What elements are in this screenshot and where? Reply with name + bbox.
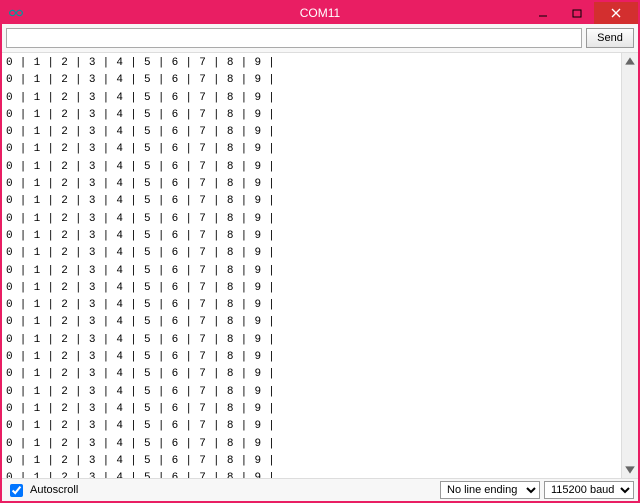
close-button[interactable] bbox=[594, 2, 638, 24]
maximize-button[interactable] bbox=[560, 2, 594, 24]
close-icon bbox=[611, 8, 621, 18]
line-ending-select[interactable]: No line endingNewlineCarriage returnBoth… bbox=[440, 481, 540, 499]
autoscroll-checkbox[interactable] bbox=[10, 484, 23, 497]
scroll-down-icon[interactable] bbox=[624, 464, 636, 476]
serial-output[interactable]: 0 | 1 | 2 | 3 | 4 | 5 | 6 | 7 | 8 | 9 | … bbox=[2, 53, 621, 478]
minimize-icon bbox=[538, 8, 548, 18]
content-area: 0 | 1 | 2 | 3 | 4 | 5 | 6 | 7 | 8 | 9 | … bbox=[2, 53, 638, 478]
minimize-button[interactable] bbox=[526, 2, 560, 24]
autoscroll-label: Autoscroll bbox=[30, 484, 78, 496]
input-toolbar: Send bbox=[2, 24, 638, 53]
window-controls bbox=[526, 2, 638, 24]
vertical-scrollbar[interactable] bbox=[621, 53, 638, 478]
serial-monitor-window: COM11 Send 0 | 1 | 2 | 3 | 4 | 5 | 6 | 7… bbox=[0, 0, 640, 503]
maximize-icon bbox=[572, 8, 582, 18]
baud-rate-select[interactable]: 9600 baud19200 baud38400 baud57600 baud1… bbox=[544, 481, 634, 499]
send-button[interactable]: Send bbox=[586, 28, 634, 48]
autoscroll-toggle[interactable]: Autoscroll bbox=[6, 481, 78, 500]
serial-input[interactable] bbox=[6, 28, 582, 48]
arduino-icon bbox=[6, 3, 26, 23]
serial-input-wrap bbox=[6, 28, 582, 48]
statusbar: Autoscroll No line endingNewlineCarriage… bbox=[2, 478, 638, 501]
titlebar[interactable]: COM11 bbox=[2, 2, 638, 24]
scroll-up-icon[interactable] bbox=[624, 55, 636, 67]
